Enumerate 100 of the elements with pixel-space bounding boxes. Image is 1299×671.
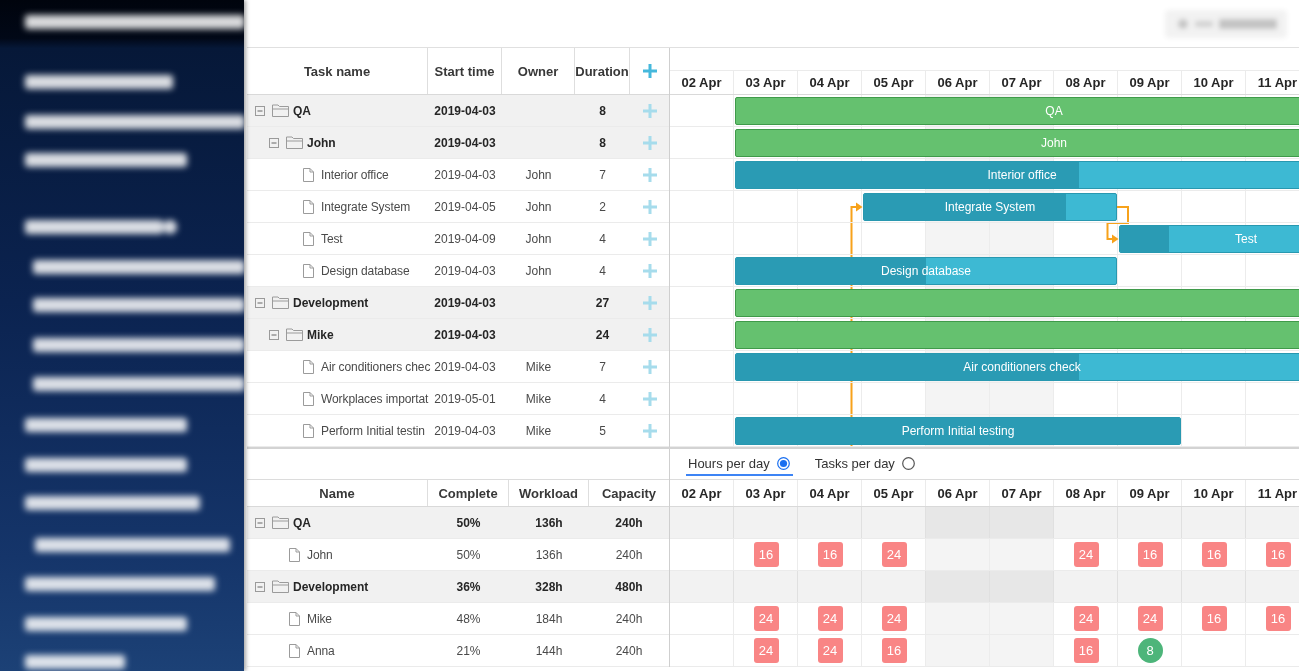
task-bar[interactable]: Perform Initial testing	[735, 417, 1181, 445]
duration-value: 27	[595, 295, 610, 310]
hours-badge: 24	[817, 638, 843, 663]
date-header: 04 Apr	[798, 480, 862, 506]
resource-name: John	[307, 547, 333, 562]
minus-box-icon[interactable]	[269, 329, 279, 340]
hours-badge: 16	[817, 542, 843, 567]
radio-icon[interactable]	[901, 456, 915, 470]
file-icon	[289, 547, 300, 562]
start-date: 2019-04-05	[434, 199, 496, 214]
hours-badge: 24	[1137, 606, 1163, 631]
start-date: 2019-04-09	[434, 231, 496, 246]
radio-icon[interactable]	[776, 456, 790, 470]
complete-percent: 48%	[456, 611, 481, 626]
add-icon[interactable]	[642, 263, 657, 278]
start-date: 2019-04-03	[434, 327, 496, 342]
view-option[interactable]: Hours per day	[686, 452, 793, 476]
minus-box-icon[interactable]	[255, 105, 265, 116]
add-icon[interactable]	[642, 423, 657, 438]
column-header: Capacity	[600, 484, 658, 503]
hours-badge: 24	[817, 606, 843, 631]
project-bar[interactable]	[735, 321, 1299, 349]
add-icon[interactable]	[642, 167, 657, 182]
owner-name: Mike	[525, 423, 552, 438]
task-name: Air conditioners chec	[321, 359, 431, 374]
duration-value: 7	[599, 167, 606, 182]
date-header: 03 Apr	[734, 480, 798, 506]
minus-box-icon[interactable]	[255, 581, 265, 592]
resource-name: Development	[293, 579, 369, 594]
column-header: Workload	[509, 480, 589, 506]
add-icon[interactable]	[642, 327, 657, 342]
date-header: 05 Apr	[862, 480, 926, 506]
file-icon	[303, 167, 314, 182]
task-bar[interactable]: Interior office	[735, 161, 1299, 189]
minus-box-icon[interactable]	[255, 517, 265, 528]
date-header: 09 Apr	[1118, 480, 1182, 506]
hours-badge: 16	[1265, 606, 1291, 631]
bar-label: Interior office	[987, 167, 1057, 184]
duration-value: 2	[599, 199, 606, 214]
add-icon[interactable]	[642, 64, 657, 78]
minus-box-icon[interactable]	[269, 137, 279, 148]
date-header: 02 Apr	[670, 71, 734, 94]
start-date: 2019-04-03	[434, 295, 496, 310]
hours-badge: 24	[753, 606, 779, 631]
project-bar[interactable]: John	[735, 129, 1299, 157]
resource-name: QA	[293, 515, 311, 530]
minus-box-icon[interactable]	[255, 297, 265, 308]
view-option[interactable]: Tasks per day	[812, 452, 918, 476]
hours-badge: 16	[1073, 638, 1099, 663]
start-date: 2019-04-03	[434, 423, 496, 438]
add-icon[interactable]	[642, 231, 657, 246]
capacity-hours: 240h	[615, 643, 643, 658]
owner-name: Mike	[525, 359, 552, 374]
task-name: Workplaces importat	[321, 391, 429, 406]
bar-label: Perform Initial testing	[901, 423, 1015, 440]
add-icon[interactable]	[642, 135, 657, 150]
capacity-hours: 240h	[615, 611, 643, 626]
folder-icon	[272, 104, 289, 117]
duration-value: 8	[599, 135, 606, 150]
task-bar[interactable]: Air conditioners check	[735, 353, 1299, 381]
hours-badge: 16	[881, 638, 907, 663]
start-date: 2019-04-03	[434, 135, 496, 150]
column-header: Start time	[428, 48, 502, 94]
hours-badge: 24	[753, 638, 779, 663]
capacity-hours: 240h	[615, 547, 643, 562]
owner-name: John	[525, 167, 552, 182]
column-header: Task name	[247, 48, 428, 94]
task-name: Development	[293, 295, 369, 310]
add-icon[interactable]	[642, 359, 657, 374]
task-bar[interactable]: Test	[1119, 225, 1299, 253]
file-icon	[303, 199, 314, 214]
task-bar[interactable]: Design database	[735, 257, 1117, 285]
duration-value: 4	[599, 231, 606, 246]
capacity-hours: 240h	[615, 515, 643, 530]
date-header: 04 Apr	[798, 71, 862, 94]
hours-badge: 16	[1201, 542, 1227, 567]
add-icon[interactable]	[642, 199, 657, 214]
bar-label: Integrate System	[944, 199, 1036, 216]
add-icon[interactable]	[642, 103, 657, 118]
file-icon	[303, 359, 314, 374]
date-header: 07 Apr	[990, 71, 1054, 94]
date-header: 09 Apr	[1118, 71, 1182, 94]
add-icon[interactable]	[642, 391, 657, 406]
resource-name: Anna	[307, 643, 335, 658]
column-header: Complete	[428, 480, 509, 506]
workload-hours: 136h	[535, 547, 563, 562]
hours-badge: 24	[881, 606, 907, 631]
date-header: 10 Apr	[1182, 480, 1246, 506]
task-bar[interactable]: Integrate System	[863, 193, 1117, 221]
project-bar[interactable]: QA	[735, 97, 1299, 125]
file-icon	[303, 391, 314, 406]
folder-icon	[286, 136, 303, 149]
owner-name: John	[525, 231, 552, 246]
project-bar[interactable]	[735, 289, 1299, 317]
folder-icon	[286, 328, 303, 341]
file-icon	[303, 423, 314, 438]
add-icon[interactable]	[642, 295, 657, 310]
duration-value: 8	[599, 103, 606, 118]
task-name: Interior office	[321, 167, 389, 182]
owner-name: Mike	[525, 391, 552, 406]
